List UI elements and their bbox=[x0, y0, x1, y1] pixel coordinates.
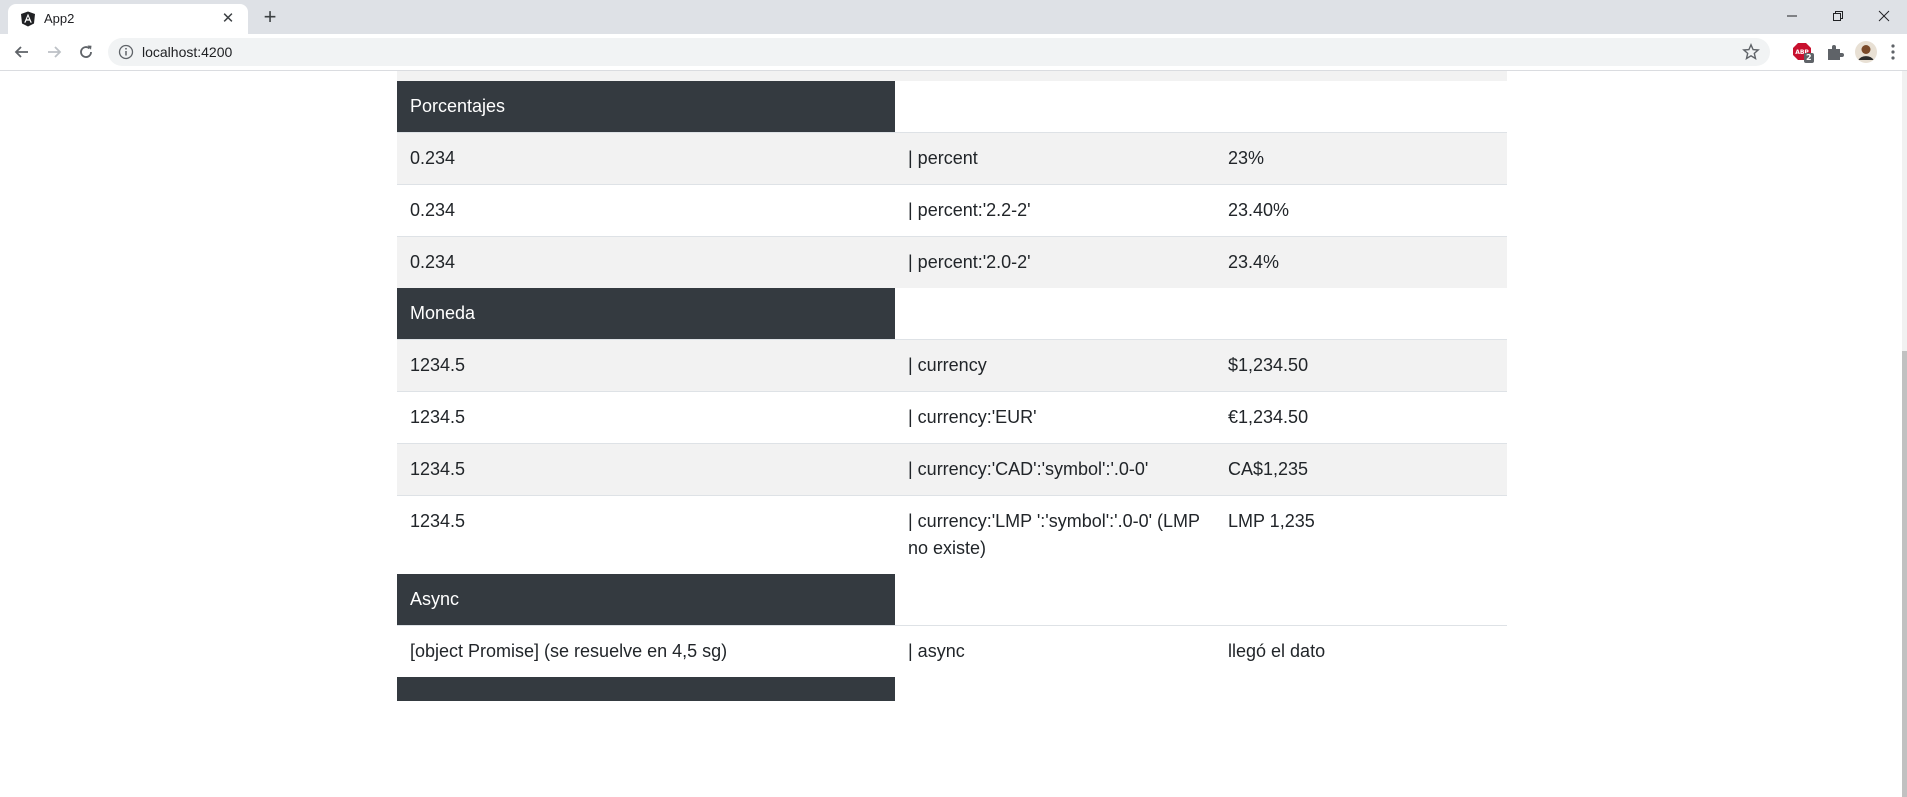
page-scrollbar[interactable] bbox=[1902, 71, 1907, 797]
section-header-row: Moneda bbox=[397, 288, 1507, 340]
url-text: localhost:4200 bbox=[142, 44, 233, 60]
pipe-result-cell: llegó el dato bbox=[1215, 625, 1507, 677]
section-empty-cell bbox=[1215, 288, 1507, 340]
pipe-result-cell: CA$1,235 bbox=[1215, 443, 1507, 496]
minimize-icon[interactable] bbox=[1769, 2, 1815, 30]
bookmark-star-icon[interactable] bbox=[1742, 43, 1760, 61]
pipe-result-cell: $1,234.50 bbox=[1215, 339, 1507, 392]
section-empty-cell bbox=[895, 288, 1215, 340]
pipe-expression-cell: | percent bbox=[895, 132, 1215, 185]
section-empty-cell bbox=[1215, 81, 1507, 133]
pipe-result-cell: 23.40% bbox=[1215, 184, 1507, 237]
pipe-expression-cell: | currency:'LMP ':'symbol':'.0-0' (LMP n… bbox=[895, 495, 1215, 574]
raw-value-cell: 0.234 bbox=[397, 132, 895, 185]
new-tab-icon[interactable]: + bbox=[258, 6, 282, 30]
table-row: 0.234 | percent 23% bbox=[397, 132, 1507, 185]
forward-arrow-icon[interactable] bbox=[42, 40, 66, 64]
restore-icon[interactable] bbox=[1815, 2, 1861, 30]
section-empty-cell bbox=[895, 677, 1215, 701]
raw-value-cell: 1234.5 bbox=[397, 339, 895, 392]
tab-title: App2 bbox=[44, 11, 75, 26]
pipe-expression-cell: | currency bbox=[895, 339, 1215, 392]
table-row: 0.234 | percent:'2.0-2' 23.4% bbox=[397, 236, 1507, 288]
raw-value-cell: [object Promise] (se resuelve en 4,5 sg) bbox=[397, 625, 895, 677]
browser-toolbar: localhost:4200 ABP 2 bbox=[0, 34, 1907, 71]
tab-close-icon[interactable]: ✕ bbox=[218, 9, 238, 29]
section-header-row: Async bbox=[397, 574, 1507, 626]
pipe-expression-cell: | percent:'2.0-2' bbox=[895, 236, 1215, 288]
scrollbar-thumb[interactable] bbox=[1902, 351, 1907, 797]
page-content: 3.141592653589793| number:'.0-2'3.14Porc… bbox=[0, 71, 1907, 726]
browser-menu-icon[interactable] bbox=[1890, 41, 1900, 63]
pipe-result-cell: LMP 1,235 bbox=[1215, 495, 1507, 574]
pipe-expression-cell: | currency:'CAD':'symbol':'.0-0' bbox=[895, 443, 1215, 496]
pipes-table-body: 3.141592653589793| number:'.0-2'3.14Porc… bbox=[397, 71, 1507, 701]
section-empty-cell bbox=[1215, 677, 1507, 701]
puzzle-extensions-icon[interactable] bbox=[1824, 41, 1846, 63]
section-title: Async bbox=[397, 574, 895, 626]
table-row: 1234.5 | currency:'EUR' €1,234.50 bbox=[397, 391, 1507, 444]
section-header-row bbox=[397, 677, 1507, 701]
extension-badge-count: 2 bbox=[1806, 53, 1812, 62]
table-row: 1234.5 | currency $1,234.50 bbox=[397, 339, 1507, 392]
table-row: 3.141592653589793| number:'.0-2'3.14 bbox=[397, 71, 1507, 81]
table-row: 1234.5 | currency:'LMP ':'symbol':'.0-0' … bbox=[397, 495, 1507, 574]
pipe-result-cell: 23.4% bbox=[1215, 236, 1507, 288]
raw-value-cell: 1234.5 bbox=[397, 495, 895, 574]
back-arrow-icon[interactable] bbox=[10, 40, 34, 64]
section-empty-cell bbox=[895, 574, 1215, 626]
table-row: 0.234 | percent:'2.2-2' 23.40% bbox=[397, 184, 1507, 237]
section-empty-cell bbox=[895, 81, 1215, 133]
table-row: 1234.5 | currency:'CAD':'symbol':'.0-0' CA… bbox=[397, 443, 1507, 496]
pipe-expression-cell: | async bbox=[895, 625, 1215, 677]
pipes-table: 3.141592653589793| number:'.0-2'3.14Porc… bbox=[397, 71, 1507, 701]
pipe-expression-cell: | currency:'EUR' bbox=[895, 391, 1215, 444]
pipe-result-cell: 23% bbox=[1215, 132, 1507, 185]
section-title: Moneda bbox=[397, 288, 895, 340]
pipe-result-cell: 3.14 bbox=[1215, 71, 1507, 81]
section-title bbox=[397, 677, 895, 701]
browser-tabstrip: App2 ✕ + bbox=[0, 0, 1907, 34]
raw-value-cell: 1234.5 bbox=[397, 443, 895, 496]
angular-icon bbox=[21, 11, 35, 27]
raw-value-cell: 1234.5 bbox=[397, 391, 895, 444]
pipe-expression-cell: | number:'.0-2' bbox=[895, 71, 1215, 81]
reload-icon[interactable] bbox=[74, 40, 98, 64]
site-info-icon[interactable] bbox=[118, 44, 134, 60]
browser-tab[interactable]: App2 ✕ bbox=[8, 4, 248, 34]
close-window-icon[interactable] bbox=[1861, 2, 1907, 30]
pipe-result-cell: €1,234.50 bbox=[1215, 391, 1507, 444]
table-row: [object Promise] (se resuelve en 4,5 sg)… bbox=[397, 625, 1507, 677]
raw-value-cell: 3.141592653589793 bbox=[397, 71, 895, 81]
section-empty-cell bbox=[1215, 574, 1507, 626]
section-header-row: Porcentajes bbox=[397, 81, 1507, 133]
section-title: Porcentajes bbox=[397, 81, 895, 133]
raw-value-cell: 0.234 bbox=[397, 236, 895, 288]
raw-value-cell: 0.234 bbox=[397, 184, 895, 237]
profile-avatar[interactable] bbox=[1855, 41, 1877, 63]
address-bar[interactable]: localhost:4200 bbox=[108, 38, 1770, 66]
pipe-expression-cell: | percent:'2.2-2' bbox=[895, 184, 1215, 237]
